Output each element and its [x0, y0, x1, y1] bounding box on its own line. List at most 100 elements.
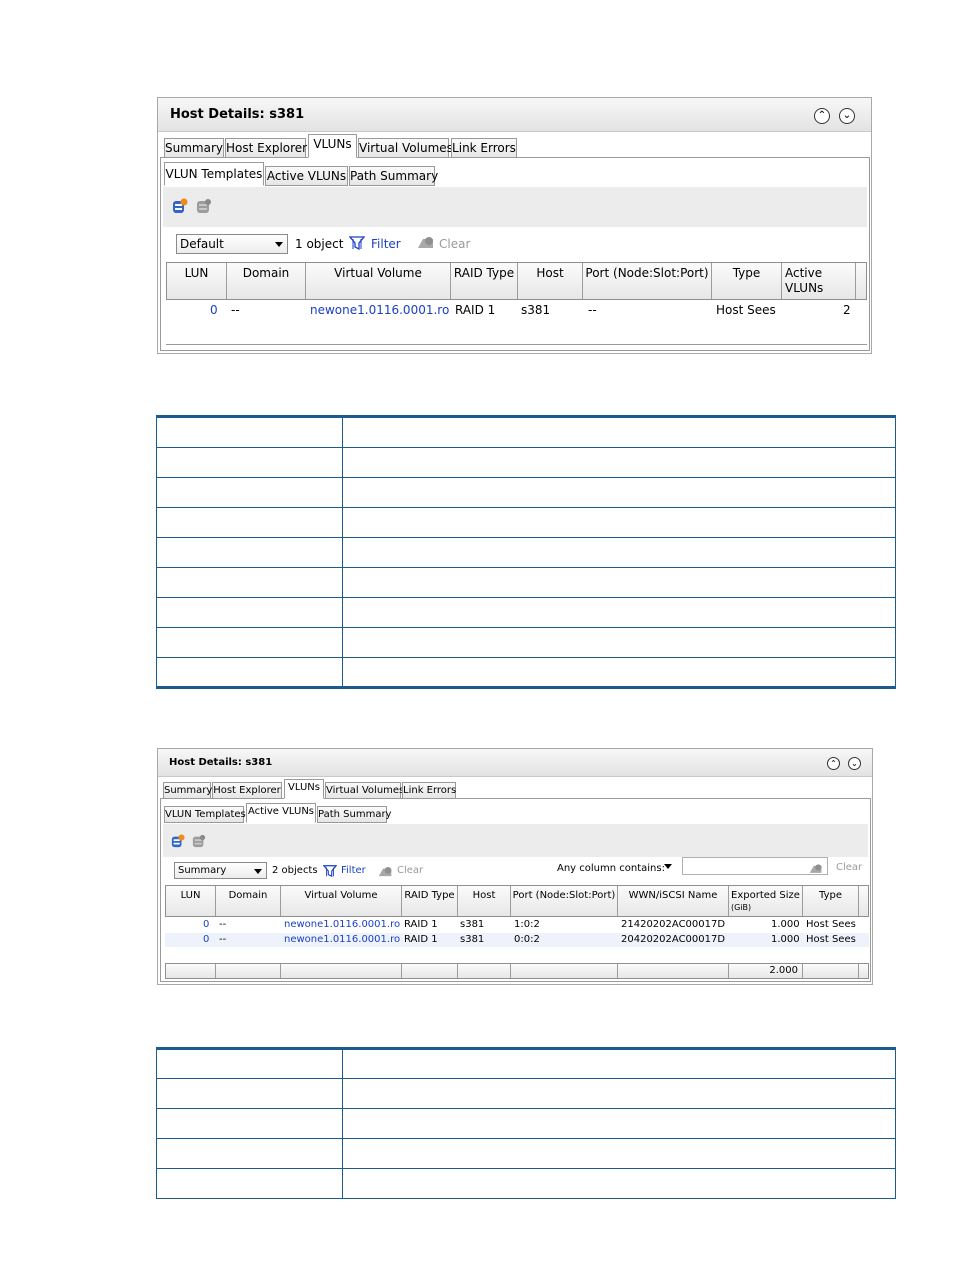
doc-table-2 — [156, 1047, 896, 1199]
clear-icon[interactable] — [378, 863, 393, 877]
tab-vluns[interactable]: VLUNs — [308, 134, 357, 158]
cell-port: 1:0:2 — [514, 919, 540, 930]
cell-type: Host Sees — [806, 934, 856, 945]
tab-host-explorer[interactable]: Host Explorer — [212, 782, 282, 799]
cell-wwn: 21420202AC00017D — [621, 919, 726, 930]
rule — [895, 415, 896, 689]
table-row[interactable]: 0 -- newone1.0116.0001.ro RAID 1 s381 --… — [166, 301, 867, 319]
filter-link[interactable]: Filter — [341, 865, 366, 876]
tab-active-vluns[interactable]: Active VLUNs — [246, 803, 316, 823]
view-select[interactable]: Default — [176, 234, 288, 254]
cell-type: Host Sees — [806, 919, 856, 930]
vlun-toolbar — [163, 824, 868, 857]
clear-link[interactable]: Clear — [439, 237, 470, 251]
col-virtual-volume[interactable]: Virtual Volume — [281, 886, 402, 916]
cell-domain: -- — [219, 934, 227, 945]
col-port[interactable]: Port (Node:Slot:Port) — [511, 886, 618, 916]
chevron-down-icon[interactable] — [664, 864, 672, 869]
col-virtual-volume[interactable]: Virtual Volume — [306, 263, 451, 299]
rule — [156, 477, 896, 478]
cell-port: -- — [588, 303, 597, 317]
tab-path-summary[interactable]: Path Summary — [349, 166, 438, 186]
table-bottom-border — [166, 344, 867, 346]
tab-vluns[interactable]: VLUNs — [284, 779, 324, 799]
tab-virtual-volumes[interactable]: Virtual Volumes — [325, 782, 404, 799]
summary-cell — [216, 964, 281, 978]
cell-port: 0:0:2 — [514, 934, 540, 945]
cell-host: s381 — [460, 934, 485, 945]
rule — [156, 415, 157, 689]
collapse-down-icon[interactable]: ⌄ — [848, 757, 861, 770]
rule — [156, 1168, 896, 1169]
filter-icon[interactable] — [348, 235, 366, 251]
col-domain[interactable]: Domain — [227, 263, 306, 299]
panel-header: Host Details: s381 ⌃ ⌄ — [158, 98, 871, 132]
col-raid-type[interactable]: RAID Type — [451, 263, 518, 299]
summary-cell — [458, 964, 511, 978]
tab-path-summary[interactable]: Path Summary — [317, 806, 391, 823]
doc-table-1 — [156, 415, 896, 689]
cell-virtual-volume[interactable]: newone1.0116.0001.ro — [284, 919, 400, 930]
table-row[interactable]: 0 -- newone1.0116.0001.ro RAID 1 s381 0:… — [165, 933, 869, 947]
vluns-content: VLUN Templates Active VLUNs Path Summary… — [160, 157, 870, 351]
vlun-toolbar — [163, 187, 867, 227]
view-select[interactable]: Summary — [174, 862, 267, 879]
cell-exported-size: 1.000 — [771, 919, 800, 930]
collapse-up-icon[interactable]: ⌃ — [814, 108, 830, 124]
col-port[interactable]: Port (Node:Slot:Port) — [583, 263, 712, 299]
rule — [156, 1138, 896, 1139]
cell-virtual-volume[interactable]: newone1.0116.0001.ro — [284, 934, 400, 945]
create-vlun-icon[interactable] — [171, 833, 185, 848]
col-type[interactable]: Type — [803, 886, 859, 916]
rule — [342, 1047, 343, 1199]
search-clear-link[interactable]: Clear — [836, 862, 862, 873]
cell-host: s381 — [460, 919, 485, 930]
col-active-vluns[interactable]: Active VLUNs — [782, 263, 856, 299]
collapse-up-icon[interactable]: ⌃ — [827, 757, 840, 770]
clear-icon[interactable] — [417, 235, 435, 249]
col-host[interactable]: Host — [458, 886, 511, 916]
panel-title: Host Details: s381 — [170, 107, 305, 122]
tab-virtual-volumes[interactable]: Virtual Volumes — [358, 138, 453, 158]
tab-summary[interactable]: Summary — [163, 782, 212, 799]
summary-cell — [281, 964, 402, 978]
object-count: 1 object — [295, 237, 344, 251]
cell-active-vluns: 2 — [843, 303, 851, 317]
tab-vlun-templates[interactable]: VLUN Templates — [164, 806, 246, 823]
tab-host-explorer[interactable]: Host Explorer — [225, 138, 307, 158]
total-exported-size-value: 2.000 — [769, 965, 798, 976]
search-input[interactable] — [682, 857, 828, 875]
col-lun[interactable]: LUN — [166, 886, 216, 916]
summary-cell — [803, 964, 859, 978]
col-host[interactable]: Host — [518, 263, 583, 299]
table-row[interactable]: 0 -- newone1.0116.0001.ro RAID 1 s381 1:… — [165, 918, 869, 932]
clear-link[interactable]: Clear — [397, 865, 423, 876]
remove-vlun-icon[interactable] — [192, 833, 206, 848]
tab-active-vluns[interactable]: Active VLUNs — [265, 166, 348, 186]
col-lun[interactable]: LUN — [167, 263, 227, 299]
cell-domain: -- — [219, 919, 227, 930]
vlun-table-header: LUN Domain Virtual Volume RAID Type Host… — [166, 262, 867, 300]
col-domain[interactable]: Domain — [216, 886, 281, 916]
tab-link-errors[interactable]: Link Errors — [451, 138, 517, 158]
col-type[interactable]: Type — [712, 263, 782, 299]
col-raid-type[interactable]: RAID Type — [402, 886, 458, 916]
host-details-panel-active: Host Details: s381 ⌃ ⌄ Summary Host Expl… — [157, 748, 873, 985]
tab-vlun-templates[interactable]: VLUN Templates — [164, 162, 264, 186]
rule — [156, 537, 896, 538]
cell-virtual-volume[interactable]: newone1.0116.0001.ro — [310, 303, 449, 317]
rule — [156, 1047, 896, 1050]
filter-icon[interactable] — [322, 863, 338, 878]
filter-link[interactable]: Filter — [371, 237, 401, 251]
create-vlun-icon[interactable] — [172, 198, 188, 214]
rule — [156, 627, 896, 628]
tab-link-errors[interactable]: Link Errors — [402, 782, 456, 799]
search-clear-icon[interactable] — [809, 860, 823, 873]
host-details-panel: Host Details: s381 ⌃ ⌄ Summary Host Expl… — [157, 97, 872, 354]
remove-vlun-icon[interactable] — [196, 198, 212, 214]
col-exported-size[interactable]: Exported Size (GiB) — [729, 886, 803, 916]
rule — [156, 447, 896, 448]
tab-summary[interactable]: Summary — [164, 138, 224, 158]
collapse-down-icon[interactable]: ⌄ — [839, 108, 855, 124]
col-wwn[interactable]: WWN/iSCSI Name — [618, 886, 729, 916]
